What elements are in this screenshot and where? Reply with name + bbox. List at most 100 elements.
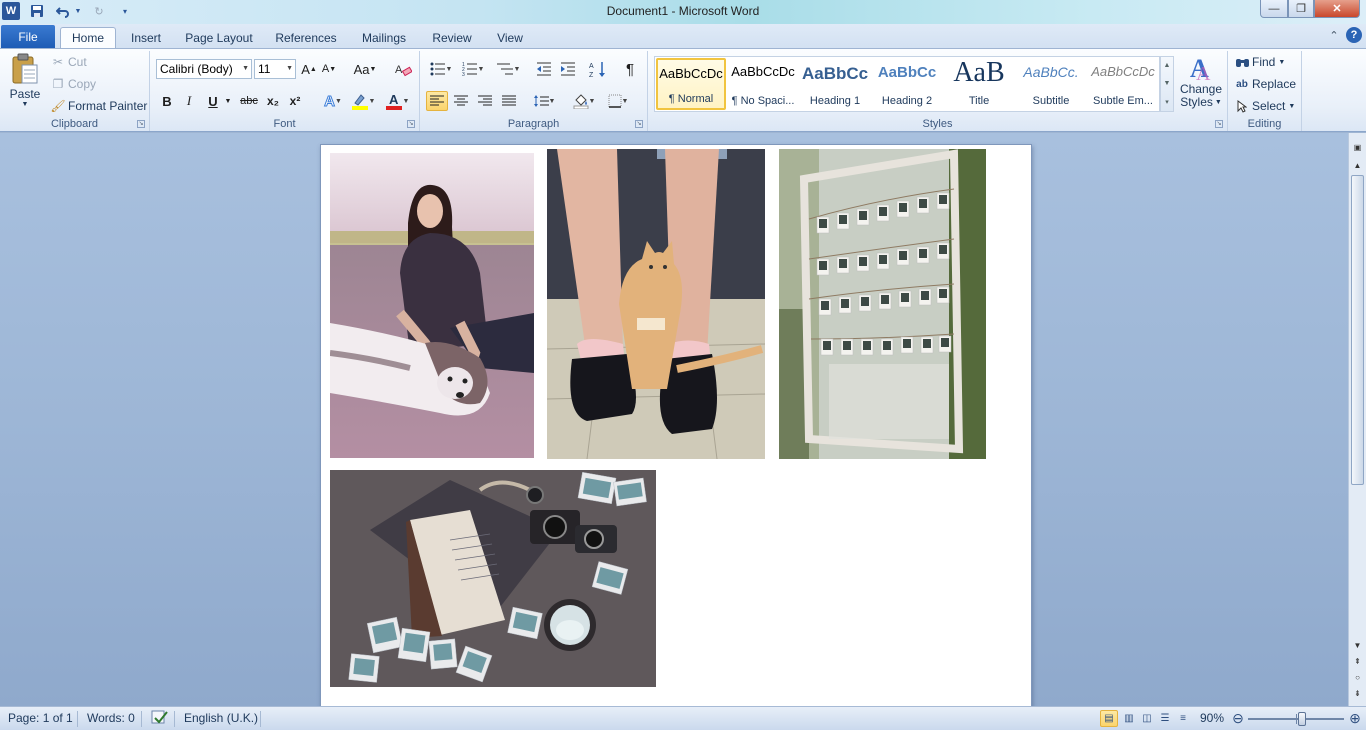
change-styles-button[interactable]: AA Change Styles ▼ — [1178, 53, 1224, 115]
minimize-button[interactable]: — — [1260, 0, 1288, 18]
tab-review[interactable]: Review — [426, 27, 478, 48]
style-normal[interactable]: AaBbCcDc ¶ Normal — [656, 58, 726, 110]
help-icon[interactable]: ? — [1346, 27, 1362, 43]
style-heading-2[interactable]: AaBbCc Heading 2 — [872, 58, 942, 110]
style-no-spacing[interactable]: AaBbCcDc ¶ No Spaci... — [728, 58, 798, 110]
numbering-button[interactable]: 1 2 3 ▼ — [458, 59, 488, 79]
shading-button[interactable]: ▼ — [570, 91, 598, 111]
tab-page-layout[interactable]: Page Layout — [180, 27, 258, 48]
align-center-button[interactable] — [450, 91, 472, 111]
select-button[interactable]: Select ▼ — [1234, 99, 1295, 113]
line-spacing-button[interactable]: ▼ — [530, 91, 558, 111]
style-subtle-emphasis[interactable]: AaBbCcDc Subtle Em... — [1088, 58, 1158, 110]
grow-font-button[interactable]: A ▲ — [300, 59, 318, 79]
cut-button[interactable]: ✂ Cut — [50, 55, 87, 69]
paragraph-dialog-launcher[interactable]: ↘ — [635, 120, 643, 128]
paste-button[interactable]: Paste ▼ — [6, 53, 44, 115]
copy-button[interactable]: ❐ Copy — [50, 77, 96, 91]
styles-gallery-scroll[interactable]: ▲ ▼ ▾ — [1160, 56, 1174, 112]
font-name-dropdown-icon[interactable]: ▼ — [242, 65, 249, 72]
full-screen-reading-icon[interactable]: ▥ — [1120, 710, 1138, 727]
replace-button[interactable]: ab Replace — [1234, 77, 1296, 91]
browse-object-icon[interactable]: ○ — [1351, 673, 1364, 682]
tab-view[interactable]: View — [490, 27, 530, 48]
styles-dialog-launcher[interactable]: ↘ — [1215, 120, 1223, 128]
font-name-value: Calibri (Body) — [160, 62, 233, 76]
print-layout-icon[interactable]: ▤ — [1100, 710, 1118, 727]
photo-polaroid-garland-window[interactable] — [779, 149, 986, 459]
font-name-combo[interactable]: Calibri (Body) ▼ — [156, 59, 252, 79]
change-case-button[interactable]: Aa ▼ — [350, 59, 380, 79]
show-formatting-marks-button[interactable]: ¶ — [620, 59, 640, 79]
style-subtitle[interactable]: AaBbCc. Subtitle — [1016, 58, 1086, 110]
gallery-more-icon[interactable]: ▾ — [1165, 98, 1169, 106]
language-indicator[interactable]: English (U.K.) — [184, 711, 258, 725]
style-heading-1[interactable]: AaBbCc Heading 1 — [800, 58, 870, 110]
next-page-icon[interactable]: ⇟ — [1351, 689, 1364, 698]
align-left-button[interactable] — [426, 91, 448, 111]
scroll-up-icon[interactable]: ▲ — [1351, 161, 1364, 170]
borders-button[interactable]: ▼ — [604, 91, 632, 111]
gallery-down-icon[interactable]: ▼ — [1164, 80, 1171, 87]
previous-page-icon[interactable]: ⇞ — [1351, 657, 1364, 666]
tab-insert[interactable]: Insert — [124, 27, 168, 48]
zoom-in-icon[interactable]: ⊕ — [1346, 710, 1364, 727]
photo-woman-with-husky[interactable] — [330, 153, 534, 458]
scroll-thumb[interactable] — [1351, 175, 1364, 485]
text-effects-button[interactable]: A ▼ — [320, 91, 346, 111]
find-dropdown-icon[interactable]: ▼ — [1278, 59, 1285, 66]
style-title[interactable]: AaB Title — [944, 58, 1014, 110]
align-right-button[interactable] — [474, 91, 496, 111]
scroll-down-icon[interactable]: ▼ — [1351, 641, 1364, 650]
subscript-button[interactable]: x₂ — [264, 91, 282, 111]
close-button[interactable]: ✕ — [1314, 0, 1360, 18]
underline-dropdown-icon[interactable]: ▼ — [224, 91, 232, 111]
multilevel-list-button[interactable]: ▼ — [492, 59, 524, 79]
font-color-button[interactable]: A ▼ — [382, 91, 412, 111]
decrease-indent-button[interactable] — [534, 59, 554, 79]
photo-journal-cameras-flatlay[interactable] — [330, 470, 656, 687]
tab-references[interactable]: References — [270, 27, 342, 48]
zoom-slider-thumb[interactable] — [1297, 712, 1306, 726]
strikethrough-button[interactable]: abc — [238, 91, 260, 111]
page-count[interactable]: Page: 1 of 1 — [8, 711, 73, 725]
proofing-icon[interactable] — [150, 709, 170, 730]
bold-button[interactable]: B — [158, 91, 176, 111]
clipboard-dialog-launcher[interactable]: ↘ — [137, 120, 145, 128]
justify-button[interactable] — [498, 91, 520, 111]
tab-home[interactable]: Home — [60, 27, 116, 48]
zoom-slider-track[interactable] — [1248, 712, 1344, 726]
bullets-button[interactable]: ▼ — [426, 59, 456, 79]
gallery-up-icon[interactable]: ▲ — [1164, 62, 1171, 69]
highlight-color-button[interactable]: ▼ — [348, 91, 378, 111]
zoom-level[interactable]: 90% — [1200, 711, 1224, 725]
clear-formatting-button[interactable]: A — [392, 59, 414, 79]
minimize-ribbon-icon[interactable]: ⌃ — [1326, 27, 1342, 43]
shrink-font-button[interactable]: A ▼ — [320, 59, 338, 79]
tab-mailings[interactable]: Mailings — [354, 27, 414, 48]
underline-button[interactable]: U — [204, 91, 222, 111]
format-painter-button[interactable]: 🖌 Format Painter — [50, 99, 147, 113]
tab-file[interactable]: File — [1, 25, 55, 48]
select-dropdown-icon[interactable]: ▼ — [1288, 103, 1295, 110]
font-size-dropdown-icon[interactable]: ▼ — [286, 65, 293, 72]
outline-view-icon[interactable]: ☰ — [1156, 710, 1174, 727]
paste-dropdown-icon[interactable]: ▼ — [22, 101, 29, 108]
font-size-combo[interactable]: 11 ▼ — [254, 59, 296, 79]
zoom-out-icon[interactable]: ⊖ — [1229, 710, 1247, 727]
ruler-toggle-icon[interactable]: ▣ — [1351, 143, 1364, 152]
vertical-scrollbar[interactable]: ▣ ▲ ▼ ⇞ ○ ⇟ — [1348, 133, 1366, 706]
change-styles-dropdown-icon[interactable]: ▼ — [1215, 96, 1222, 109]
photo-cat-between-legs[interactable] — [547, 149, 765, 459]
maximize-button[interactable]: ❐ — [1288, 0, 1314, 18]
increase-indent-button[interactable] — [558, 59, 578, 79]
superscript-button[interactable]: x² — [286, 91, 304, 111]
sort-button[interactable]: AZ — [588, 59, 608, 79]
document-page[interactable] — [320, 144, 1032, 706]
find-button[interactable]: Find ▼ — [1234, 55, 1285, 69]
web-layout-icon[interactable]: ◫ — [1138, 710, 1156, 727]
word-count[interactable]: Words: 0 — [87, 711, 135, 725]
font-dialog-launcher[interactable]: ↘ — [407, 120, 415, 128]
italic-button[interactable]: I — [180, 91, 198, 111]
draft-view-icon[interactable]: ≡ — [1174, 710, 1192, 727]
